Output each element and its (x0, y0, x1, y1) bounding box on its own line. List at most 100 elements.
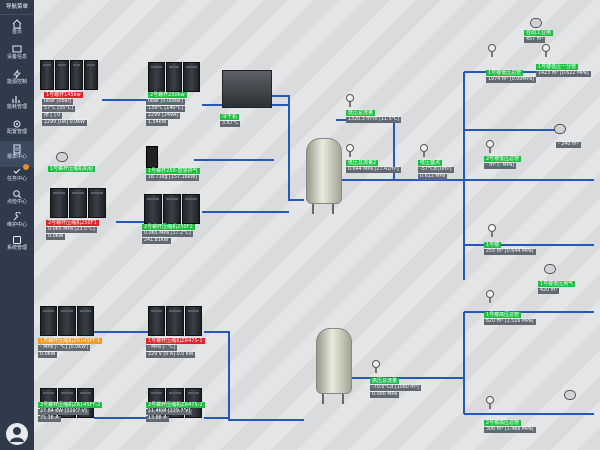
fan-icon[interactable] (554, 124, 566, 134)
readout: 1423 m³ [0.622 MPa] (536, 71, 591, 77)
readout: 11.4KW [229.7 V] (146, 409, 193, 415)
readout: 229 V [0 A] 0.0 KW (146, 352, 196, 358)
notification-badge (23, 164, 29, 170)
readout: 306 m³ [1.488 MPa] (484, 427, 536, 433)
config-icon (13, 120, 21, 128)
status-tag: 1号楼高压总管 (484, 312, 522, 318)
status-tag: 2号螺杆压缩机ZR145FF-2 (38, 402, 103, 408)
device-icon (12, 45, 22, 53)
compressor-rack-2[interactable] (148, 62, 201, 92)
status-tag: 1号螺杆压缩机ZR145FF-1 (38, 338, 103, 344)
air-dryer[interactable] (222, 70, 272, 108)
user-icon (10, 427, 24, 442)
sidebar-item-label: 任务中心 (6, 176, 27, 182)
status-tag: 低压总流量2 (346, 160, 379, 166)
readout: - 240 m³ (556, 142, 581, 148)
sidebar: 导航菜单 首页 设备信息 能源控制 能耗管理 配置管理 报表中心 任务中心 点检… (0, 0, 34, 450)
maintenance-icon (13, 212, 21, 221)
pressure-gauge-icon[interactable] (346, 144, 354, 157)
controller-device[interactable] (146, 146, 158, 168)
report-icon (13, 144, 21, 154)
readout: 420 m³ (538, 288, 560, 294)
status-tag: 1号楼 (484, 242, 502, 248)
fan-icon[interactable] (530, 18, 542, 28)
pressure-gauge-icon[interactable] (488, 44, 496, 57)
readout: 0.644 MPa [27.41m³] (346, 167, 401, 173)
sidebar-item-label: 首页 (11, 29, 22, 35)
status-tag: 2号螺杆250kw (148, 92, 187, 98)
pressure-gauge-icon[interactable] (488, 224, 496, 237)
sidebar-item-label: 能源控制 (6, 79, 27, 85)
status-tag: 1号楼低压用气 (538, 281, 576, 287)
air-receiver-tank-2[interactable] (316, 328, 352, 404)
sidebar-item-system[interactable]: 系统管理 (0, 232, 34, 258)
readout: 457 m³ (524, 37, 546, 43)
sidebar-item-home[interactable]: 首页 (0, 16, 34, 42)
sidebar-item-config[interactable]: 配置管理 (0, 116, 34, 142)
sidebar-item-device[interactable]: 设备信息 (0, 41, 34, 67)
compressor-rack-4[interactable] (50, 188, 106, 218)
status-tag: 2号螺杆压缩机ZR475-2 (146, 402, 205, 408)
compressor-rack-b3[interactable] (148, 306, 202, 336)
status-tag: 低压总流量 (346, 110, 376, 116)
readout: 229V [0A] 0.0KW (42, 120, 87, 126)
fan-icon[interactable] (544, 264, 556, 274)
pressure-gauge-icon[interactable] (486, 140, 494, 153)
pressure-gauge-icon[interactable] (542, 44, 550, 57)
readout: 0.0KW (46, 234, 66, 240)
fan-icon[interactable] (564, 390, 576, 400)
readout: 0bar [0.00bar] (146, 99, 185, 105)
status-tag: 低压露点 (418, 160, 443, 166)
energy-icon (13, 69, 21, 79)
readout: 255 m³ [0.644 MPa] (484, 249, 536, 255)
sidebar-item-label: 配置管理 (6, 129, 27, 135)
readout: 0.613 MPa (418, 174, 448, 180)
readout: -57°Cd [0m³] (418, 167, 454, 173)
sidebar-item-label: 点检中心 (6, 199, 27, 205)
consumption-icon (12, 96, 20, 103)
compressor-rack-b1[interactable] (40, 306, 94, 336)
readout: 241.81KW (142, 238, 171, 244)
sidebar-item-label: 报表中心 (6, 154, 27, 160)
fan-icon[interactable] (56, 152, 68, 162)
sidebar-item-consumption[interactable]: 能耗管理 (0, 91, 34, 117)
status-tag: 1号螺杆250-智慧供气 (146, 168, 200, 174)
status-tag: 高压总流量 (370, 378, 400, 384)
readout: 0.0KW (38, 352, 58, 358)
compressor-rack-5[interactable] (144, 194, 200, 224)
readout: 1.54kW (146, 120, 169, 126)
pressure-gauge-icon[interactable] (486, 396, 494, 409)
readout: 0bar [0bar] (42, 99, 74, 105)
readout: 27.84 KW [229.7 V] (38, 409, 89, 415)
sidebar-item-label: 系统管理 (6, 245, 27, 251)
pressure-gauge-icon[interactable] (346, 94, 354, 107)
sidebar-item-label: 维护中心 (6, 222, 27, 228)
sidebar-item-energy[interactable]: 能源控制 (0, 66, 34, 92)
pressure-gauge-icon[interactable] (486, 290, 494, 303)
sidebar-item-label: 设备信息 (6, 54, 27, 60)
compressor-rack-1[interactable] (40, 60, 98, 90)
readout: 停 [ ] 0 (42, 113, 63, 119)
pressure-gauge-icon[interactable] (372, 360, 380, 373)
status-tag: 2号楼高压总管 (484, 420, 522, 426)
sidebar-title: 导航菜单 (0, 0, 34, 15)
status-tag: 1号螺杆145kw (44, 92, 83, 98)
status-tag: 1号螺杆压缩机机组 (48, 166, 96, 172)
readout: - MPa [- °C] (146, 345, 178, 351)
status-tag: 2号楼低压总管 (484, 156, 522, 162)
readout: - MPa [- °C] [0.0KW] (38, 345, 90, 351)
readout: 229V [249A] (146, 113, 181, 119)
user-avatar[interactable] (6, 423, 28, 445)
system-icon (13, 236, 21, 244)
readout: 13.88 A (146, 416, 169, 422)
air-receiver-tank-1[interactable] (306, 138, 342, 214)
readout: 0.065 MPa [37.2°C] (142, 231, 193, 237)
readout: -70.6°Cd [1080 m³] (370, 385, 421, 391)
readout: 57°C [55°C] (42, 106, 75, 112)
status-tag: 自动工业用 (524, 30, 554, 36)
pressure-gauge-icon[interactable] (420, 144, 428, 157)
readout: 75.36 A (38, 416, 61, 422)
readout: 1320.3 m³/h [11.5°C] (346, 117, 402, 123)
readout: - m³ [- MPa] (484, 163, 517, 169)
status-tag: 冷干机 (220, 114, 240, 120)
